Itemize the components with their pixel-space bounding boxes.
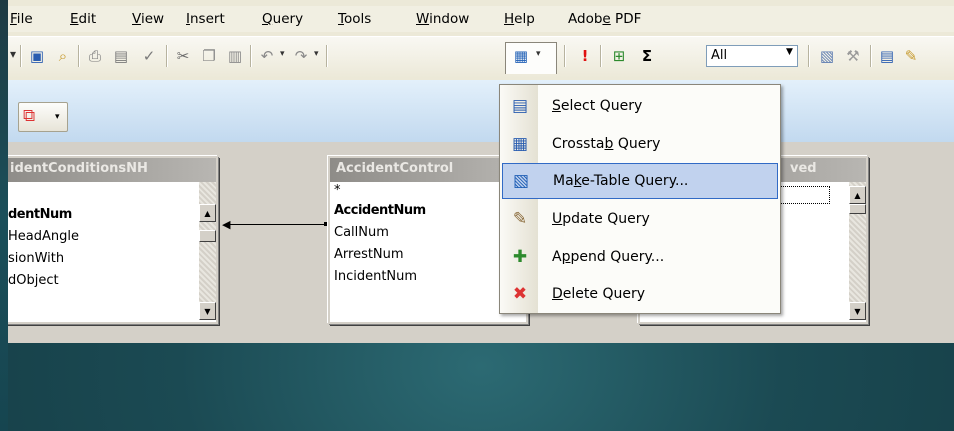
delete-query-icon: ✖ <box>512 284 528 304</box>
toolbar-grip-icon[interactable]: ▾ <box>10 47 16 61</box>
crosstab-query-icon: ▦ <box>511 134 529 154</box>
paste-icon[interactable]: ▥ <box>224 45 246 67</box>
save-icon[interactable]: ▣ <box>26 45 48 67</box>
spelling-icon[interactable]: ✓ <box>138 45 160 67</box>
new-object-icon[interactable]: ✎ <box>900 45 922 67</box>
menu-tools[interactable]: Tools <box>338 11 371 27</box>
scroll-thumb[interactable] <box>849 204 866 214</box>
pdf-icon: ⧉ <box>23 106 36 126</box>
menu-edit[interactable]: Edit <box>70 11 96 27</box>
build-icon[interactable]: ⚒ <box>842 45 864 67</box>
field-list: dentNum HeadAngle sionWith dObject ▲ ▼ <box>8 182 216 320</box>
list-item[interactable]: IncidentNum <box>330 266 526 288</box>
pdf-toolbar-button[interactable]: ⧉ ▾ <box>18 102 68 132</box>
file-search-icon[interactable]: ⌕ <box>52 45 74 67</box>
table-title[interactable]: identConditionsNH <box>8 158 216 182</box>
copy-icon[interactable]: ❐ <box>198 45 220 67</box>
menu-adobe-pdf[interactable]: Adobe PDF <box>568 11 641 27</box>
list-item[interactable]: HeadAngle <box>8 226 216 248</box>
properties-icon[interactable]: ▧ <box>816 45 838 67</box>
menu-item-label: Update Query <box>552 211 650 227</box>
menu-item-crosstab-query[interactable]: ▦ Crosstab Query <box>502 126 778 162</box>
list-item[interactable]: AccidentNum <box>330 200 526 222</box>
run-icon[interactable]: ! <box>574 45 596 67</box>
slide-background: File Edit View Insert Query Tools Window… <box>8 0 954 431</box>
field-list: * AccidentNum CallNum ArrestNum Incident… <box>330 182 526 320</box>
menu-file[interactable]: File <box>10 11 33 27</box>
list-item[interactable]: sionWith <box>8 248 216 270</box>
table-title[interactable]: AccidentControl <box>330 158 526 182</box>
scrollbar[interactable]: ▲ ▼ <box>199 182 216 320</box>
list-item[interactable]: ArrestNum <box>330 244 526 266</box>
select-query-icon: ▤ <box>511 96 529 116</box>
scrollbar[interactable]: ▲ ▼ <box>849 182 866 320</box>
show-table-icon[interactable]: ⊞ <box>608 45 630 67</box>
scroll-up-icon[interactable]: ▲ <box>199 204 216 222</box>
list-item[interactable]: * <box>330 182 526 200</box>
focus-rect <box>780 186 830 204</box>
query-type-dropdown-icon[interactable]: ▾ <box>536 49 541 59</box>
redo-dropdown-icon[interactable]: ▾ <box>314 49 319 59</box>
top-values-combo[interactable]: All <box>706 45 798 67</box>
scroll-down-icon[interactable]: ▼ <box>199 302 216 320</box>
totals-icon[interactable]: Σ <box>636 45 658 67</box>
menu-insert[interactable]: Insert <box>186 11 225 27</box>
standard-toolbar: ▾ ▣ ⌕ ⎙ ▤ ✓ ✂ ❐ ▥ ↶ ▾ ↷ ▾ ▦ ▾ ! ⊞ Σ All <box>8 36 954 78</box>
query-design-area: identConditionsNH dentNum HeadAngle sion… <box>8 142 954 343</box>
list-item[interactable]: CallNum <box>330 222 526 244</box>
table-accident-control[interactable]: AccidentControl * AccidentNum CallNum Ar… <box>328 156 528 324</box>
append-query-icon: ✚ <box>512 247 528 267</box>
scroll-thumb[interactable] <box>199 230 216 242</box>
menu-view[interactable]: View <box>132 11 164 27</box>
menu-item-select-query[interactable]: ▤ Select Query <box>502 88 778 124</box>
chevron-down-icon[interactable]: ▼ <box>786 47 793 57</box>
menu-item-make-table-query[interactable]: ▧ Make-Table Query... <box>502 163 778 199</box>
list-item[interactable]: dentNum <box>8 204 216 226</box>
cut-icon[interactable]: ✂ <box>172 45 194 67</box>
menu-bar: File Edit View Insert Query Tools Window… <box>8 6 954 32</box>
list-item[interactable]: dObject <box>8 270 216 292</box>
undo-icon[interactable]: ↶ <box>256 45 278 67</box>
chevron-down-icon: ▾ <box>55 112 60 122</box>
query-type-menu: ▤ Select Query ▦ Crosstab Query ▧ Make-T… <box>499 84 781 314</box>
scroll-down-icon[interactable]: ▼ <box>849 302 866 320</box>
update-query-icon: ✎ <box>512 209 528 229</box>
menu-item-label: Make-Table Query... <box>553 173 689 189</box>
print-preview-icon[interactable]: ▤ <box>110 45 132 67</box>
access-window: File Edit View Insert Query Tools Window… <box>8 0 954 343</box>
scroll-up-icon[interactable]: ▲ <box>849 186 866 204</box>
join-line[interactable] <box>228 224 326 225</box>
database-window-icon[interactable]: ▤ <box>876 45 898 67</box>
make-table-query-icon: ▧ <box>512 171 530 191</box>
redo-icon[interactable]: ↷ <box>290 45 312 67</box>
menu-item-delete-query[interactable]: ✖ Delete Query <box>502 276 778 312</box>
menu-query[interactable]: Query <box>262 11 303 27</box>
print-icon[interactable]: ⎙ <box>84 45 106 67</box>
menu-item-append-query[interactable]: ✚ Append Query... <box>502 239 778 275</box>
table-accident-conditions[interactable]: identConditionsNH dentNum HeadAngle sion… <box>8 156 218 324</box>
menu-item-label: Delete Query <box>552 286 646 302</box>
menu-item-label: Select Query <box>552 98 643 114</box>
menu-window[interactable]: Window <box>416 11 469 27</box>
menu-item-label: Crosstab Query <box>552 136 661 152</box>
menu-item-update-query[interactable]: ✎ Update Query <box>502 201 778 237</box>
menu-item-label: Append Query... <box>552 249 665 265</box>
pdf-toolbar: ⧉ ▾ <box>8 80 954 142</box>
menu-help[interactable]: Help <box>504 11 535 27</box>
undo-dropdown-icon[interactable]: ▾ <box>280 49 285 59</box>
query-type-icon[interactable]: ▦ <box>510 45 532 67</box>
